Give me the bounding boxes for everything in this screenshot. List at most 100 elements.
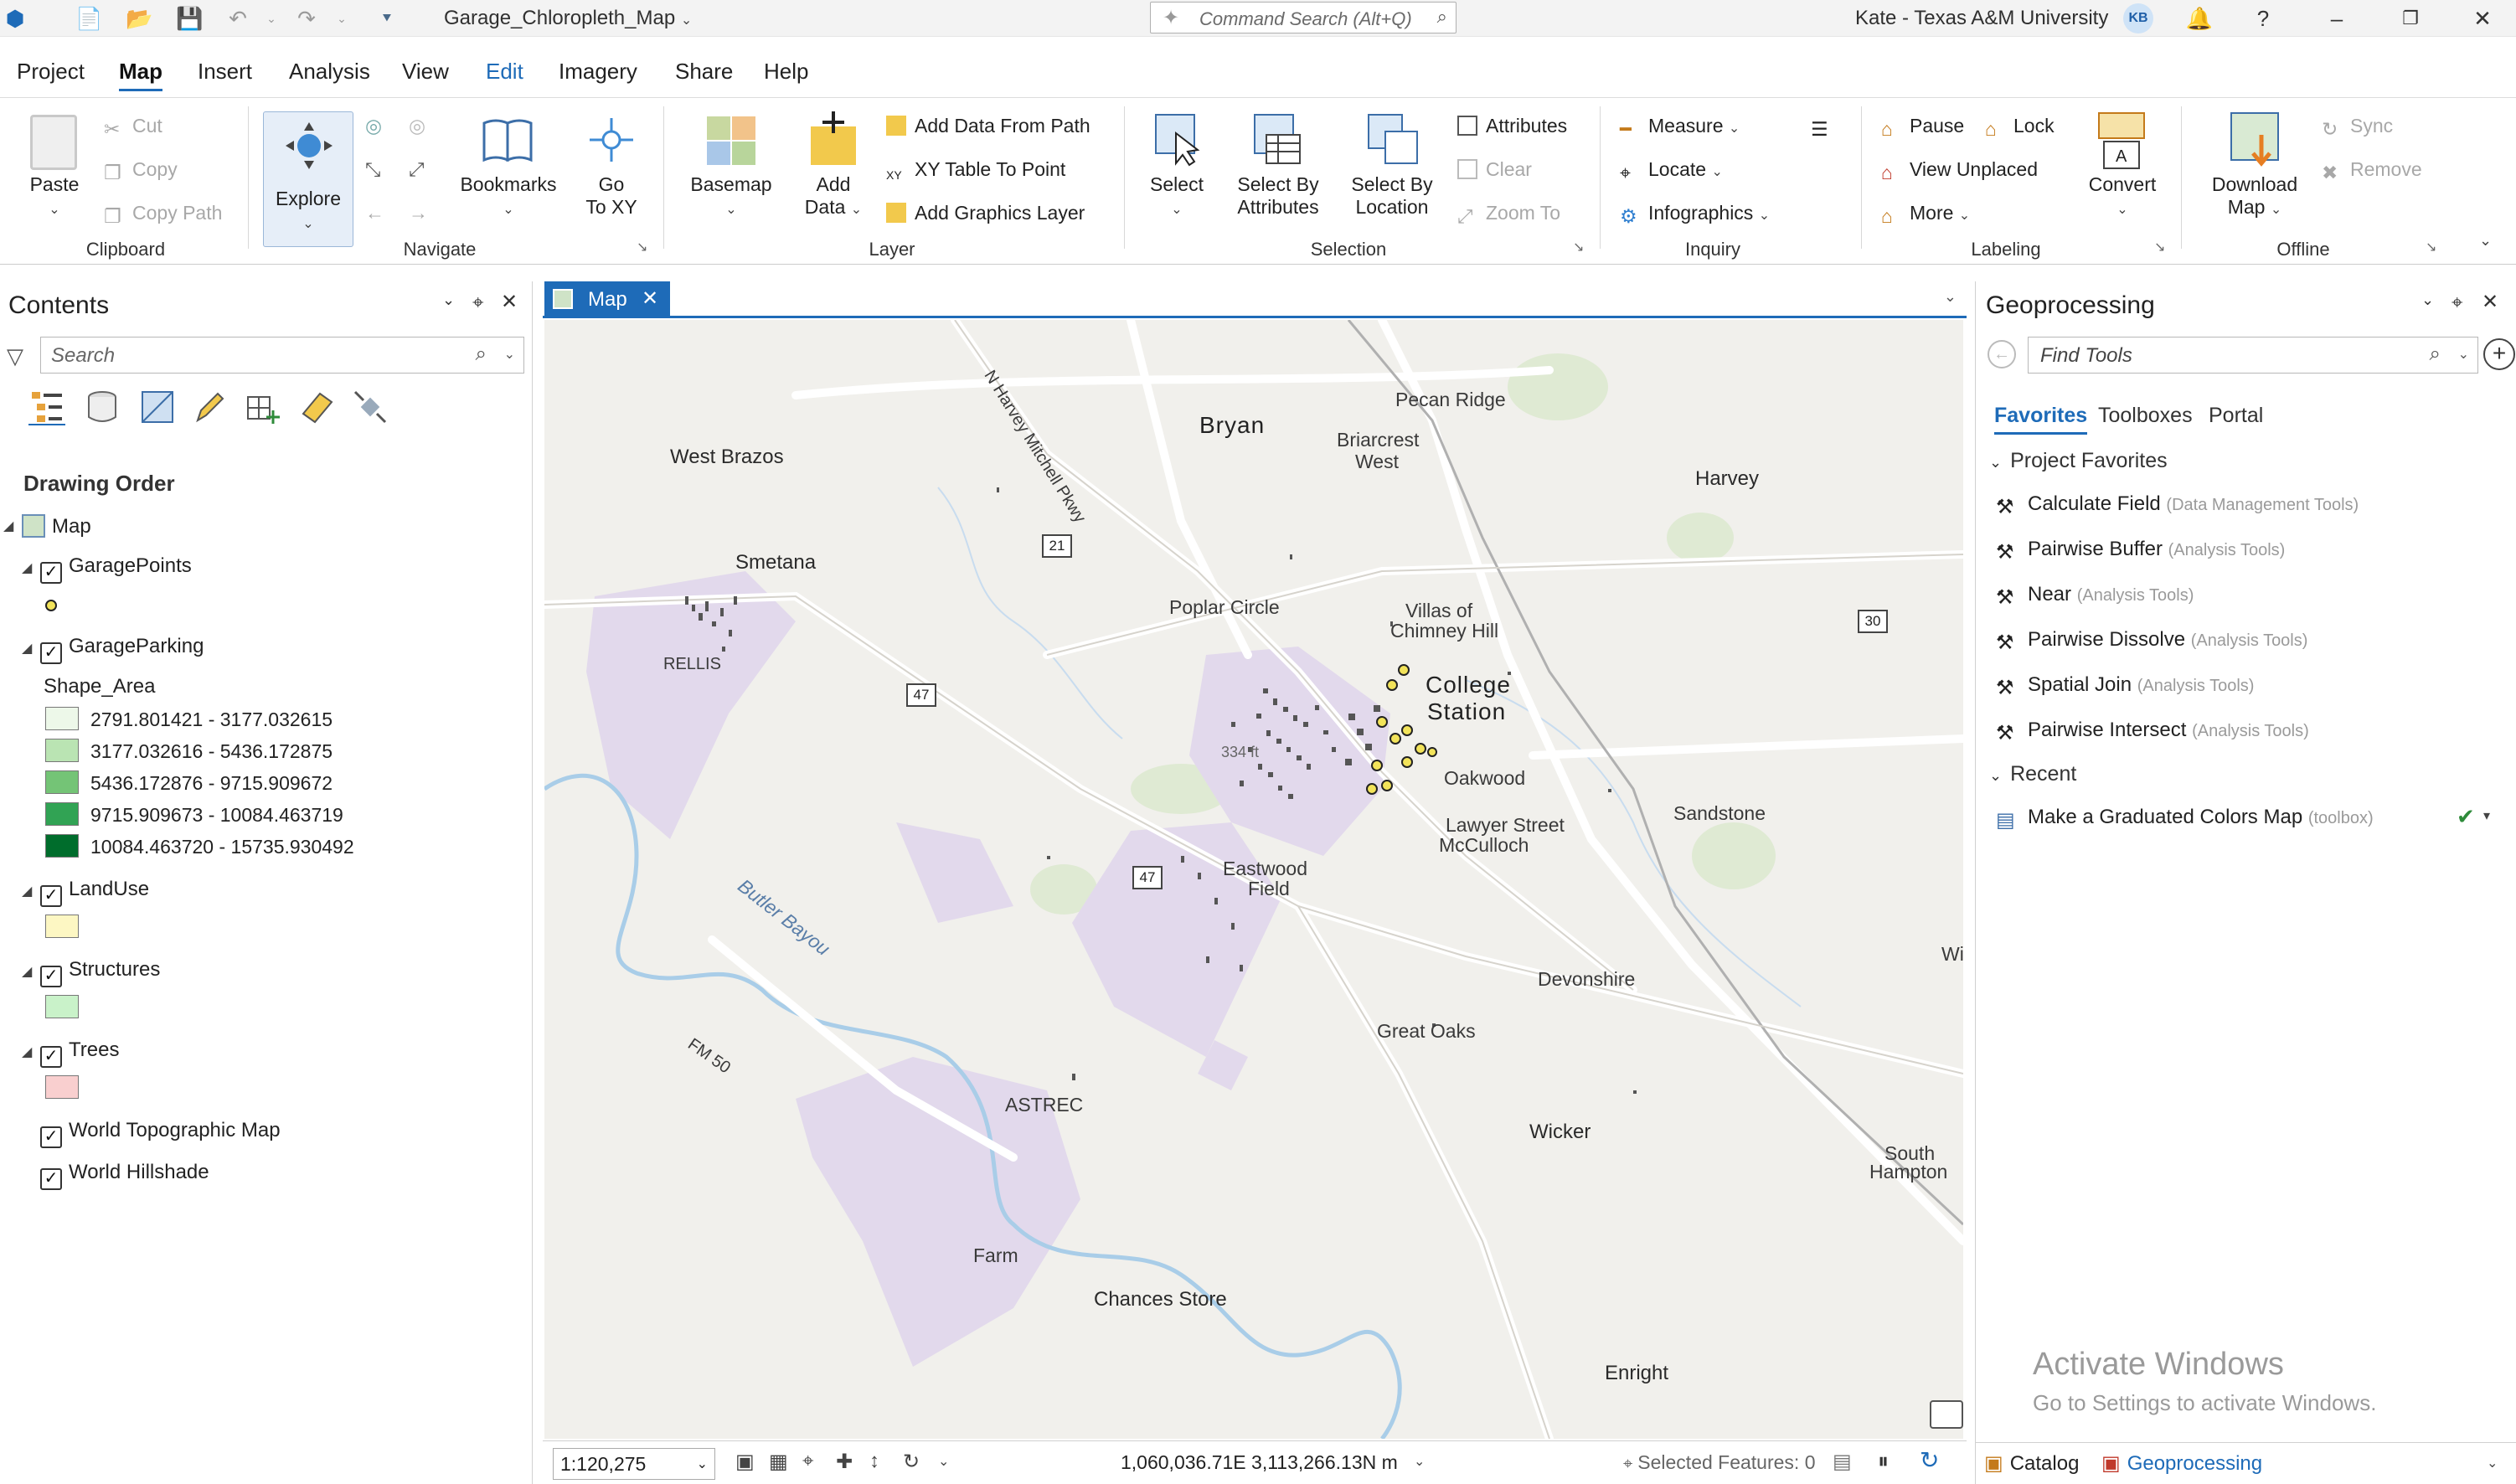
tab-project[interactable]: Project <box>17 59 85 85</box>
list-by-snapping-icon[interactable] <box>245 389 281 425</box>
redo-icon[interactable]: ↷ <box>293 5 320 32</box>
pause-drawing-icon[interactable]: ⏸ <box>1878 1448 1889 1475</box>
tab-share[interactable]: Share <box>675 59 733 85</box>
tab-help[interactable]: Help <box>764 59 808 85</box>
signed-in-user[interactable]: Kate - Texas A&M University <box>1855 7 2108 30</box>
grid-icon[interactable]: ▦ <box>769 1450 788 1474</box>
favorite-tool-pairwise-buffer[interactable]: ⚒ Pairwise Buffer (Analysis Tools) <box>1996 538 2285 564</box>
restore-button[interactable]: ❐ <box>2385 0 2436 37</box>
download-map-button[interactable]: Download Map ⌄ <box>2203 173 2307 219</box>
chevron-down-icon[interactable]: ⌄ <box>2458 346 2469 363</box>
expand-garageparking-icon[interactable]: ◢ <box>22 640 32 657</box>
add-toolbox-icon[interactable]: + <box>2483 338 2515 370</box>
customize-quick-access-icon[interactable]: ⯆ <box>374 5 400 32</box>
view-unplaced-button[interactable]: ⌂ View Unplaced <box>1881 158 2038 183</box>
chevron-down-icon[interactable]: ▾ <box>2483 807 2490 824</box>
tab-imagery[interactable]: Imagery <box>559 59 637 85</box>
recent-header[interactable]: ⌄ Recent <box>1989 762 2076 786</box>
coordinate-format-dropdown-icon[interactable]: ⌄ <box>1414 1453 1425 1470</box>
close-window-button[interactable]: ✕ <box>2457 0 2508 37</box>
legend-swatch[interactable] <box>45 707 79 730</box>
close-pane-icon[interactable]: ✕ <box>2482 290 2498 314</box>
pane-options-icon[interactable]: ⌄ <box>442 291 455 309</box>
navigate-options-icon[interactable]: ↘ <box>637 239 647 255</box>
toc-layer-garageparking[interactable]: ✓ GarageParking <box>40 635 204 664</box>
tab-view[interactable]: View <box>402 59 449 85</box>
new-project-icon[interactable]: 📄 <box>75 5 102 32</box>
offline-options-icon[interactable]: ↘ <box>2426 239 2436 255</box>
favorite-tool-spatial-join[interactable]: ⚒ Spatial Join (Analysis Tools) <box>1996 673 2254 699</box>
toc-layer-structures[interactable]: ✓ Structures <box>40 958 160 987</box>
command-search-input[interactable]: ✦ Command Search (Alt+Q) ⌕ <box>1150 2 1456 33</box>
favorite-tool-pairwise-intersect[interactable]: ⚒ Pairwise Intersect (Analysis Tools) <box>1996 719 2309 745</box>
legend-swatch[interactable] <box>45 739 79 762</box>
tab-geoprocessing[interactable]: ▣ Geoprocessing <box>2101 1451 2262 1476</box>
help-icon[interactable]: ? <box>2238 0 2288 37</box>
legend-swatch[interactable] <box>45 834 79 858</box>
bookmarks-button[interactable]: Bookmarks ⌄ <box>454 173 563 219</box>
trees-swatch[interactable] <box>45 1075 79 1099</box>
list-by-source-icon[interactable] <box>84 389 121 425</box>
remove-button[interactable]: ✖ Remove <box>2322 158 2422 183</box>
lock-labels-button[interactable]: ⌂ Lock <box>1985 115 2055 140</box>
add-graphics-layer-button[interactable]: Add Graphics Layer <box>886 202 1085 224</box>
refresh-icon[interactable]: ↻ <box>1920 1446 1939 1474</box>
rotate-icon[interactable]: ↻ <box>903 1450 920 1474</box>
fixed-zoom-icon[interactable]: ◎ <box>409 115 425 137</box>
labeling-options-icon[interactable]: ↘ <box>2154 239 2165 255</box>
go-to-xy-button[interactable]: Go To XY <box>578 173 645 219</box>
expand-garagepoints-icon[interactable]: ◢ <box>22 559 32 576</box>
fixed-zoom-in-icon[interactable]: ⤡ <box>365 158 380 181</box>
recent-tool-make-graduated-colors-map[interactable]: ▤ Make a Graduated Colors Map (toolbox) <box>1996 806 2374 832</box>
add-data-from-path-button[interactable]: Add Data From Path <box>886 115 1090 137</box>
list-by-editing-icon[interactable] <box>191 389 228 425</box>
favorite-tool-pairwise-dissolve[interactable]: ⚒ Pairwise Dissolve (Analysis Tools) <box>1996 628 2307 654</box>
select-button[interactable]: Select ⌄ <box>1139 173 1214 219</box>
full-extent-icon[interactable]: ◎ <box>365 115 382 137</box>
tab-map[interactable]: Map <box>119 59 162 91</box>
landuse-swatch[interactable] <box>45 915 79 938</box>
navigation-constraints-icon[interactable]: ▣ <box>735 1450 755 1474</box>
scale-selector[interactable]: 1:120,275 ⌄ <box>553 1448 715 1480</box>
add-data-button[interactable]: Add Data ⌄ <box>796 173 871 219</box>
locate-button[interactable]: ⌖ Locate ⌄ <box>1620 158 1723 183</box>
basemap-button[interactable]: Basemap ⌄ <box>685 173 777 219</box>
select-by-location-button[interactable]: Select By Location <box>1342 173 1442 219</box>
pane-options-icon[interactable]: ⌄ <box>2421 291 2434 309</box>
cut-button[interactable]: ✂ Cut <box>104 115 162 140</box>
map-overview-toggle-icon[interactable] <box>1930 1400 1963 1429</box>
inquiry-extra-icon[interactable]: ☰ <box>1811 115 1839 140</box>
redo-dropdown-icon[interactable]: ⌄ <box>328 5 355 32</box>
visibility-checkbox[interactable]: ✓ <box>40 1046 62 1068</box>
convert-button[interactable]: Convert ⌄ <box>2080 173 2164 219</box>
toc-map[interactable]: Map <box>22 514 91 538</box>
chevron-down-icon[interactable]: ⌄ <box>504 346 515 363</box>
table-icon[interactable]: ▤ <box>1833 1450 1852 1474</box>
pin-icon[interactable]: ⌖ <box>2452 291 2463 315</box>
legend-swatch[interactable] <box>45 770 79 794</box>
xy-table-to-point-button[interactable]: XY XY Table To Point <box>886 158 1065 188</box>
tab-edit[interactable]: Edit <box>486 59 523 85</box>
close-tab-icon[interactable]: ✕ <box>642 286 658 311</box>
correction-icon[interactable]: ✚ <box>836 1450 853 1474</box>
undo-icon[interactable]: ↶ <box>224 5 251 32</box>
list-by-drawing-order-icon[interactable] <box>28 389 65 425</box>
toc-layer-garagepoints[interactable]: ✓ GaragePoints <box>40 554 192 584</box>
visibility-checkbox[interactable]: ✓ <box>40 562 62 584</box>
pause-labeling-button[interactable]: ⌂ Pause <box>1881 115 1964 140</box>
paste-button[interactable]: Paste ⌄ <box>17 173 92 219</box>
list-by-selection-icon[interactable] <box>139 389 176 425</box>
close-pane-icon[interactable]: ✕ <box>501 290 518 314</box>
fixed-zoom-out-icon[interactable]: ⤢ <box>409 158 424 181</box>
more-labeling-button[interactable]: ⌂ More ⌄ <box>1881 202 1970 227</box>
copy-button[interactable]: ❐ Copy <box>104 158 178 183</box>
copy-path-button[interactable]: ❐ Copy Path <box>104 202 222 227</box>
constraints-icon[interactable]: ↕ <box>869 1450 879 1473</box>
previous-extent-icon[interactable]: ← <box>365 202 384 224</box>
document-title[interactable]: Garage_Chloropleth_Map ⌄ <box>444 7 692 30</box>
open-project-icon[interactable]: 📂 <box>126 5 152 32</box>
visibility-checkbox[interactable]: ✓ <box>40 642 62 664</box>
undo-dropdown-icon[interactable]: ⌄ <box>258 5 285 32</box>
map-canvas[interactable]: 21 47 47 30 Bryan Pecan Ridge Briarcrest… <box>544 320 1963 1439</box>
project-favorites-header[interactable]: ⌄ Project Favorites <box>1989 449 2168 473</box>
